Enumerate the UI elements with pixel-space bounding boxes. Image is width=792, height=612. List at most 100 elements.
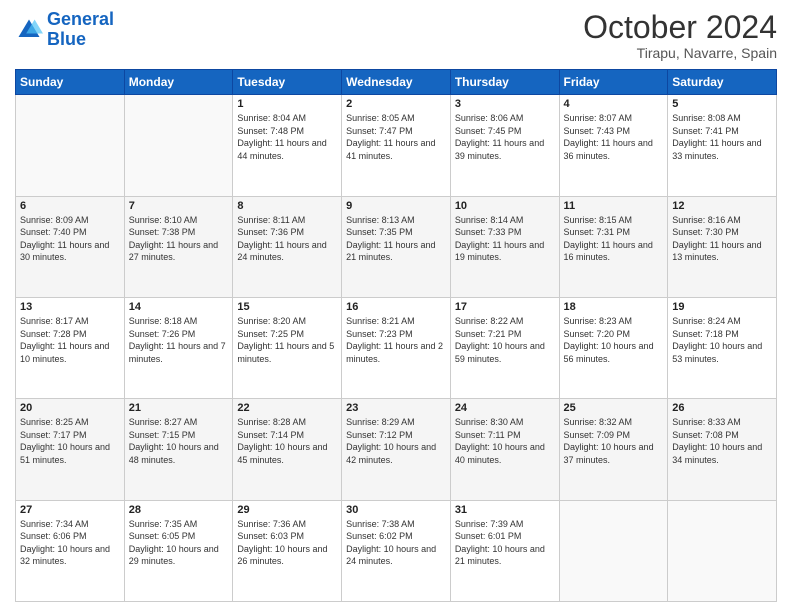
calendar-cell: 30 Sunrise: 7:38 AM Sunset: 6:02 PM Dayli… [342,500,451,601]
day-info: Sunrise: 8:15 AM Sunset: 7:31 PM Dayligh… [564,214,664,264]
calendar-cell: 6Sunrise: 8:09 AM Sunset: 7:40 PM Daylig… [16,196,125,297]
day-number: 4 [564,98,664,110]
calendar-cell [124,95,233,196]
calendar-cell: 4 Sunrise: 8:07 AM Sunset: 7:43 PM Daylig… [559,95,668,196]
day-info: Sunrise: 8:06 AM Sunset: 7:45 PM Dayligh… [455,112,555,162]
logo-text: General Blue [47,10,114,50]
day-number: 31 [455,504,555,516]
header: General Blue October 2024 Tirapu, Navarr… [15,10,777,61]
calendar-cell: 1 Sunrise: 8:04 AM Sunset: 7:48 PM Daylig… [233,95,342,196]
calendar-cell: 12Sunrise: 8:16 AM Sunset: 7:30 PM Dayli… [668,196,777,297]
calendar-cell: 31 Sunrise: 7:39 AM Sunset: 6:01 PM Dayli… [450,500,559,601]
calendar-cell: 21 Sunrise: 8:27 AM Sunset: 7:15 PM Dayli… [124,399,233,500]
day-number: 7 [129,200,229,212]
col-friday: Friday [559,70,668,95]
day-number: 21 [129,402,229,414]
day-number: 15 [237,301,337,313]
calendar-cell: 13 Sunrise: 8:17 AM Sunset: 7:28 PM Dayli… [16,297,125,398]
day-number: 28 [129,504,229,516]
day-info: Sunrise: 8:13 AM Sunset: 7:35 PM Dayligh… [346,214,446,264]
calendar-cell: 3 Sunrise: 8:06 AM Sunset: 7:45 PM Daylig… [450,95,559,196]
calendar-cell: 7Sunrise: 8:10 AM Sunset: 7:38 PM Daylig… [124,196,233,297]
day-number: 1 [237,98,337,110]
calendar-week-2: 13 Sunrise: 8:17 AM Sunset: 7:28 PM Dayli… [16,297,777,398]
col-thursday: Thursday [450,70,559,95]
day-number: 6 [20,200,120,212]
day-info: Sunrise: 7:39 AM Sunset: 6:01 PM Dayligh… [455,518,555,568]
day-info: Sunrise: 8:17 AM Sunset: 7:28 PM Dayligh… [20,315,120,365]
day-info: Sunrise: 8:04 AM Sunset: 7:48 PM Dayligh… [237,112,337,162]
calendar-cell: 25 Sunrise: 8:32 AM Sunset: 7:09 PM Dayli… [559,399,668,500]
calendar-cell: 23Sunrise: 8:29 AM Sunset: 7:12 PM Dayli… [342,399,451,500]
day-info: Sunrise: 8:05 AM Sunset: 7:47 PM Dayligh… [346,112,446,162]
day-number: 11 [564,200,664,212]
day-info: Sunrise: 7:34 AM Sunset: 6:06 PM Dayligh… [20,518,120,568]
month-title: October 2024 [583,10,777,45]
calendar-cell: 17 Sunrise: 8:22 AM Sunset: 7:21 PM Dayli… [450,297,559,398]
day-info: Sunrise: 8:23 AM Sunset: 7:20 PM Dayligh… [564,315,664,365]
day-number: 30 [346,504,446,516]
calendar-cell [559,500,668,601]
col-monday: Monday [124,70,233,95]
calendar-cell: 29Sunrise: 7:36 AM Sunset: 6:03 PM Dayli… [233,500,342,601]
calendar-week-0: 1 Sunrise: 8:04 AM Sunset: 7:48 PM Daylig… [16,95,777,196]
day-info: Sunrise: 7:38 AM Sunset: 6:02 PM Dayligh… [346,518,446,568]
calendar-cell: 22 Sunrise: 8:28 AM Sunset: 7:14 PM Dayli… [233,399,342,500]
calendar-cell: 14 Sunrise: 8:18 AM Sunset: 7:26 PM Dayli… [124,297,233,398]
day-number: 14 [129,301,229,313]
day-number: 26 [672,402,772,414]
day-number: 10 [455,200,555,212]
calendar-table: Sunday Monday Tuesday Wednesday Thursday… [15,69,777,602]
calendar-week-1: 6Sunrise: 8:09 AM Sunset: 7:40 PM Daylig… [16,196,777,297]
day-number: 3 [455,98,555,110]
logo: General Blue [15,10,114,50]
day-number: 24 [455,402,555,414]
calendar-cell: 5 Sunrise: 8:08 AM Sunset: 7:41 PM Daylig… [668,95,777,196]
day-info: Sunrise: 8:11 AM Sunset: 7:36 PM Dayligh… [237,214,337,264]
calendar-cell: 9 Sunrise: 8:13 AM Sunset: 7:35 PM Daylig… [342,196,451,297]
calendar-cell: 11 Sunrise: 8:15 AM Sunset: 7:31 PM Dayli… [559,196,668,297]
col-sunday: Sunday [16,70,125,95]
calendar-header-row: Sunday Monday Tuesday Wednesday Thursday… [16,70,777,95]
day-info: Sunrise: 8:07 AM Sunset: 7:43 PM Dayligh… [564,112,664,162]
calendar-cell: 16 Sunrise: 8:21 AM Sunset: 7:23 PM Dayli… [342,297,451,398]
calendar-cell: 27Sunrise: 7:34 AM Sunset: 6:06 PM Dayli… [16,500,125,601]
logo-general: General [47,9,114,29]
calendar-cell: 24Sunrise: 8:30 AM Sunset: 7:11 PM Dayli… [450,399,559,500]
logo-blue: Blue [47,29,86,49]
day-info: Sunrise: 8:21 AM Sunset: 7:23 PM Dayligh… [346,315,446,365]
day-info: Sunrise: 8:08 AM Sunset: 7:41 PM Dayligh… [672,112,772,162]
day-number: 5 [672,98,772,110]
calendar-cell: 20Sunrise: 8:25 AM Sunset: 7:17 PM Dayli… [16,399,125,500]
day-number: 25 [564,402,664,414]
day-info: Sunrise: 8:32 AM Sunset: 7:09 PM Dayligh… [564,416,664,466]
page: General Blue October 2024 Tirapu, Navarr… [0,0,792,612]
day-info: Sunrise: 8:27 AM Sunset: 7:15 PM Dayligh… [129,416,229,466]
calendar-cell: 15Sunrise: 8:20 AM Sunset: 7:25 PM Dayli… [233,297,342,398]
day-number: 18 [564,301,664,313]
calendar-cell: 18 Sunrise: 8:23 AM Sunset: 7:20 PM Dayli… [559,297,668,398]
day-number: 12 [672,200,772,212]
day-info: Sunrise: 8:18 AM Sunset: 7:26 PM Dayligh… [129,315,229,365]
day-number: 9 [346,200,446,212]
calendar-week-4: 27Sunrise: 7:34 AM Sunset: 6:06 PM Dayli… [16,500,777,601]
location: Tirapu, Navarre, Spain [583,45,777,61]
calendar-week-3: 20Sunrise: 8:25 AM Sunset: 7:17 PM Dayli… [16,399,777,500]
day-info: Sunrise: 8:14 AM Sunset: 7:33 PM Dayligh… [455,214,555,264]
day-number: 22 [237,402,337,414]
calendar-cell: 10 Sunrise: 8:14 AM Sunset: 7:33 PM Dayli… [450,196,559,297]
day-number: 8 [237,200,337,212]
calendar-cell [16,95,125,196]
day-info: Sunrise: 8:29 AM Sunset: 7:12 PM Dayligh… [346,416,446,466]
logo-icon [15,16,43,44]
day-number: 17 [455,301,555,313]
day-number: 2 [346,98,446,110]
day-info: Sunrise: 8:28 AM Sunset: 7:14 PM Dayligh… [237,416,337,466]
day-number: 16 [346,301,446,313]
day-info: Sunrise: 8:22 AM Sunset: 7:21 PM Dayligh… [455,315,555,365]
col-wednesday: Wednesday [342,70,451,95]
calendar-cell [668,500,777,601]
day-info: Sunrise: 8:33 AM Sunset: 7:08 PM Dayligh… [672,416,772,466]
day-number: 13 [20,301,120,313]
calendar-cell: 2 Sunrise: 8:05 AM Sunset: 7:47 PM Daylig… [342,95,451,196]
